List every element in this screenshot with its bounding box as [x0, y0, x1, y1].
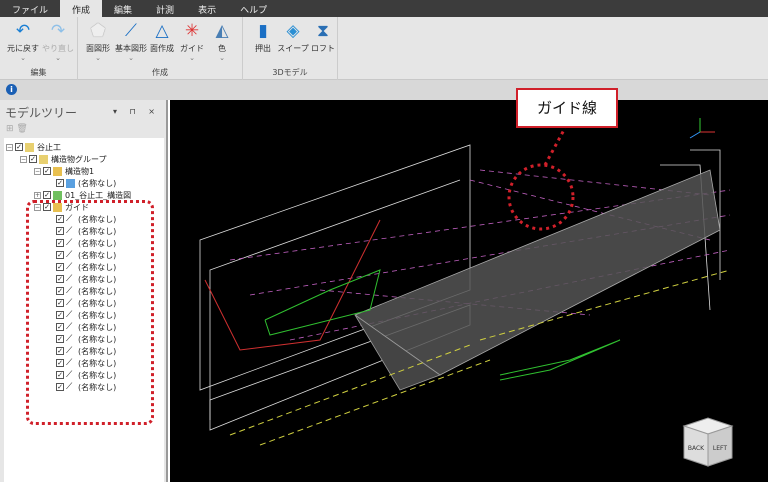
menu-help[interactable]: ヘルプ — [228, 0, 279, 17]
visibility-checkbox[interactable]: ✓ — [15, 143, 23, 151]
info-icon[interactable]: i — [6, 84, 17, 95]
guide-tree-highlight — [26, 200, 154, 425]
color-button[interactable]: ◭ 色 ⌄ — [202, 21, 242, 62]
folder-icon — [53, 190, 62, 200]
dam-body — [354, 169, 721, 376]
menu-edit[interactable]: 編集 — [102, 0, 144, 17]
visibility-checkbox[interactable]: ✓ — [29, 155, 37, 163]
redo-icon: ↷ — [50, 21, 66, 41]
view-cube-left[interactable]: LEFT — [713, 445, 727, 452]
node-label: 構造物グループ — [51, 154, 107, 164]
node-label: 構造物1 — [65, 166, 95, 176]
node-label: (名称なし) — [78, 178, 117, 188]
node-label: 01_谷止工_構造図 — [65, 190, 132, 200]
menu-bar: ファイル 作成 編集 計測 表示 ヘルプ — [0, 0, 768, 17]
ribbon: ↶ 元に戻す ⌄ ↷ やり直し ⌄ 編集 ⬟ 面図形 ⌄ ⟋ 基本図形 ⌄ △ 面作成 ✳ ガイド ⌄… — [0, 17, 768, 80]
loft-icon: ⧗ — [317, 21, 329, 41]
view-cube[interactable]: BACK LEFT — [680, 412, 736, 468]
view-cube-back[interactable]: BACK — [688, 445, 705, 452]
node-label: 谷止工 — [37, 142, 61, 152]
delete-icon[interactable]: 🗑 — [16, 124, 27, 134]
guide-icon: ✳ — [184, 21, 200, 41]
visibility-checkbox[interactable]: ✓ — [56, 179, 64, 187]
panel-title: モデルツリー — [5, 106, 78, 120]
expand-toggle[interactable]: − — [34, 167, 41, 175]
guide-line-callout: ガイド線 — [516, 88, 618, 128]
redo-button[interactable]: ↷ やり直し ⌄ — [38, 21, 78, 62]
menu-measure[interactable]: 計測 — [144, 0, 186, 17]
ribbon-group-3d: ▮ 押出 ◈ スイープ ⧗ ロフト 3Dモデル — [243, 17, 338, 80]
sweep-icon: ◈ — [286, 21, 300, 41]
tree-node-group[interactable]: − ✓ 構造物グループ — [20, 153, 107, 165]
expand-toggle[interactable]: + — [34, 191, 41, 199]
3d-scene — [199, 118, 731, 446]
3d-viewport[interactable] — [170, 100, 768, 482]
ribbon-group-create: ⬟ 面図形 ⌄ ⟋ 基本図形 ⌄ △ 面作成 ✳ ガイド ⌄ ◭ 色 ⌄ 作成 — [78, 17, 243, 80]
loft-button[interactable]: ⧗ ロフト — [303, 21, 343, 54]
panel-controls[interactable]: ▾ ⊓ × — [113, 107, 160, 116]
add-icon[interactable]: ⊞ — [6, 124, 14, 134]
callout-leader — [543, 127, 567, 166]
visibility-checkbox[interactable]: ✓ — [43, 167, 51, 175]
triangle-icon: △ — [155, 21, 169, 41]
extrude-icon: ▮ — [258, 21, 268, 41]
paint-bucket-icon: ◭ — [215, 21, 229, 41]
solid-icon — [66, 178, 75, 188]
folder-icon — [25, 142, 34, 152]
folder-icon — [53, 166, 62, 176]
axis-indicator — [689, 118, 715, 139]
tree-node-root[interactable]: − ✓ 谷止工 — [6, 141, 61, 153]
undo-icon: ↶ — [15, 21, 31, 41]
folder-icon — [39, 154, 48, 164]
green-profile-2 — [499, 339, 621, 381]
panel-toolbar: ⊞ 🗑 — [6, 124, 28, 134]
line-icon: ⟋ — [125, 21, 137, 41]
menu-view[interactable]: 表示 — [186, 0, 228, 17]
undo-button[interactable]: ↶ 元に戻す ⌄ — [3, 21, 43, 62]
expand-toggle[interactable]: − — [6, 143, 13, 151]
visibility-checkbox[interactable]: ✓ — [43, 191, 51, 199]
pentagon-icon: ⬟ — [90, 21, 106, 41]
ribbon-group-edit: ↶ 元に戻す ⌄ ↷ やり直し ⌄ 編集 — [0, 17, 78, 80]
menu-file[interactable]: ファイル — [0, 0, 60, 17]
menu-create[interactable]: 作成 — [60, 0, 103, 17]
tree-node-unnamed[interactable]: ✓ (名称なし) — [56, 177, 116, 189]
expand-toggle[interactable]: − — [20, 155, 27, 163]
red-profile — [204, 219, 381, 351]
tree-node-structure[interactable]: − ✓ 構造物1 — [34, 165, 94, 177]
info-bar: i — [0, 80, 768, 100]
